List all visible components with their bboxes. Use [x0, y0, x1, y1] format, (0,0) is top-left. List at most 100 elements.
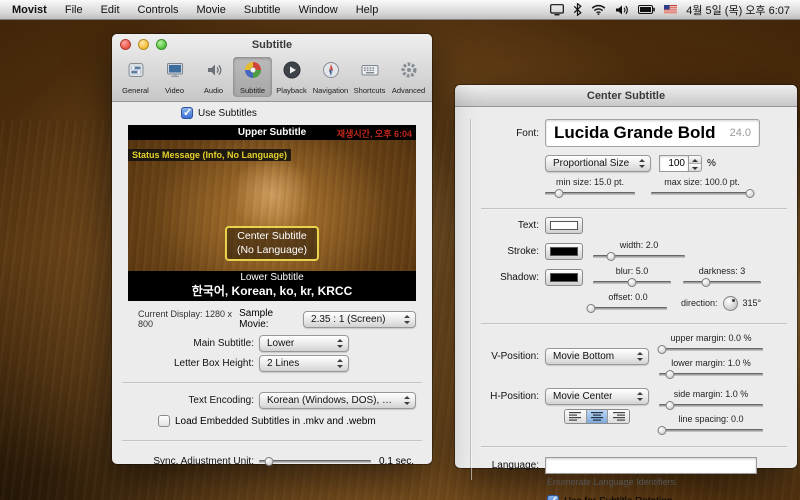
- panel-chrome: Center Subtitle: [455, 85, 797, 107]
- menu-movie[interactable]: Movie: [188, 4, 235, 16]
- display-icon[interactable]: [550, 4, 564, 16]
- sample-movie-popup[interactable]: 2.35 : 1 (Screen): [303, 311, 416, 328]
- align-left-button[interactable]: [565, 410, 587, 423]
- stroke-color-well[interactable]: [545, 243, 583, 260]
- tab-subtitle[interactable]: Subtitle: [233, 57, 272, 97]
- side-margin-caption: side margin: 1.0 %: [659, 389, 763, 399]
- v-position-popup[interactable]: Movie Bottom: [545, 348, 649, 365]
- menu-clock[interactable]: 4월 5일 (목) 오후 6:07: [686, 2, 790, 18]
- separator: [481, 208, 787, 210]
- h-position-popup[interactable]: Movie Center: [545, 388, 649, 405]
- lower-margin-slider[interactable]: [659, 369, 763, 380]
- stepper-up-button[interactable]: [689, 156, 701, 164]
- stroke-width-caption: width: 2.0: [593, 240, 685, 250]
- slider-thumb[interactable]: [702, 278, 711, 287]
- tab-playback[interactable]: Playback: [272, 57, 311, 97]
- subtitle-preview: Upper Subtitle 재생시간, 오후 6:04 Status Mess…: [128, 125, 416, 301]
- load-embedded-checkbox[interactable]: [158, 415, 170, 427]
- slider-thumb[interactable]: [745, 189, 754, 198]
- preferences-toolbar: General Video Audio Subtitle Playback: [112, 55, 432, 101]
- tab-navigation[interactable]: Navigation: [311, 57, 350, 97]
- upper-subtitle-sample[interactable]: Upper Subtitle: [238, 127, 306, 138]
- tab-shortcuts[interactable]: Shortcuts: [350, 57, 389, 97]
- language-input[interactable]: [545, 457, 757, 474]
- menu-subtitle[interactable]: Subtitle: [235, 4, 290, 16]
- shadow-offset-slider[interactable]: [589, 303, 667, 314]
- lower-subtitle-sample[interactable]: Lower Subtitle: [128, 271, 416, 284]
- side-margin-slider[interactable]: [659, 400, 763, 411]
- menu-window[interactable]: Window: [290, 4, 347, 16]
- slider-thumb[interactable]: [658, 345, 667, 354]
- stroke-width-slider[interactable]: [593, 251, 685, 262]
- align-center-button[interactable]: [587, 410, 609, 423]
- menu-status-area: 4월 5일 (목) 오후 6:07: [550, 2, 790, 18]
- menu-help[interactable]: Help: [347, 4, 388, 16]
- menu-app-movist[interactable]: Movist: [10, 4, 56, 16]
- size-mode-popup[interactable]: Proportional Size: [545, 155, 651, 172]
- use-subtitles-checkbox[interactable]: [181, 107, 193, 119]
- menu-file[interactable]: File: [56, 4, 92, 16]
- stepper-buttons: [689, 155, 702, 172]
- tab-label: General: [122, 86, 149, 95]
- font-name: Lucida Grande Bold: [554, 123, 730, 143]
- letter-box-popup[interactable]: 2 Lines: [259, 355, 349, 372]
- preview-bottom-letterbox: Lower Subtitle 한국어, Korean, ko, kr, KRCC: [128, 271, 416, 301]
- font-well[interactable]: Lucida Grande Bold 24.0: [545, 119, 760, 147]
- shadow-blur-slider[interactable]: [593, 277, 671, 288]
- title-bar[interactable]: Subtitle: [112, 34, 432, 55]
- menu-edit[interactable]: Edit: [92, 4, 129, 16]
- shadow-darkness-slider[interactable]: [683, 277, 761, 288]
- switches-icon: [126, 60, 146, 85]
- language-hint: Enumerate Language Identifiers.: [547, 477, 797, 487]
- rotation-checkbox[interactable]: [547, 495, 559, 500]
- stepper-down-button[interactable]: [689, 164, 701, 171]
- slider-thumb[interactable]: [555, 189, 564, 198]
- battery-icon[interactable]: [638, 5, 655, 14]
- close-button[interactable]: [120, 39, 131, 50]
- slider-thumb[interactable]: [607, 252, 616, 261]
- sync-unit-slider[interactable]: [259, 456, 371, 467]
- zoom-button[interactable]: [156, 39, 167, 50]
- wifi-icon[interactable]: [591, 4, 606, 15]
- min-size-slider[interactable]: [545, 188, 635, 199]
- line-spacing-caption: line spacing: 0.0: [659, 414, 763, 424]
- slider-thumb[interactable]: [628, 278, 637, 287]
- upper-margin-slider[interactable]: [659, 344, 763, 355]
- max-size-slider[interactable]: [651, 188, 753, 199]
- text-encoding-popup[interactable]: Korean (Windows, DOS), Unicode (UTF-8), …: [259, 392, 416, 409]
- rotation-label: Use for Subtitle Rotation: [564, 496, 672, 500]
- volume-icon[interactable]: [615, 4, 629, 16]
- min-size-caption: min size: 15.0 pt.: [545, 177, 635, 187]
- us-flag-icon[interactable]: [664, 5, 677, 14]
- direction-knob[interactable]: [723, 296, 738, 311]
- text-color-well[interactable]: [545, 217, 583, 234]
- panel-title-bar[interactable]: Center Subtitle: [455, 85, 797, 106]
- tab-advanced[interactable]: Advanced: [389, 57, 428, 97]
- lower-margin-caption: lower margin: 1.0 %: [659, 358, 763, 368]
- minimize-button[interactable]: [138, 39, 149, 50]
- slider-track: [589, 307, 667, 310]
- slider-thumb[interactable]: [666, 370, 675, 379]
- slider-track: [659, 429, 763, 432]
- tab-video[interactable]: Video: [155, 57, 194, 97]
- slider-thumb[interactable]: [666, 401, 675, 410]
- tab-general[interactable]: General: [116, 57, 155, 97]
- play-icon: [282, 60, 302, 85]
- bluetooth-icon[interactable]: [573, 3, 582, 16]
- shadow-color-well[interactable]: [545, 269, 583, 286]
- slider-thumb[interactable]: [587, 304, 596, 313]
- line-spacing-slider[interactable]: [659, 425, 763, 436]
- main-subtitle-popup[interactable]: Lower: [259, 335, 349, 352]
- shadow-color-label: Shadow:: [455, 272, 539, 283]
- center-subtitle-selected-box[interactable]: Center Subtitle (No Language): [225, 226, 319, 261]
- menu-bar: Movist File Edit Controls Movie Subtitle…: [0, 0, 800, 20]
- slider-thumb[interactable]: [658, 426, 667, 435]
- slider-thumb[interactable]: [265, 457, 274, 466]
- stroke-width-group: width: 2.0: [593, 240, 685, 262]
- screen: Movist File Edit Controls Movie Subtitle…: [0, 0, 800, 500]
- tab-audio[interactable]: Audio: [194, 57, 233, 97]
- menu-controls[interactable]: Controls: [129, 4, 188, 16]
- size-value-field[interactable]: 100: [659, 155, 689, 172]
- compass-icon: [321, 60, 341, 85]
- align-right-button[interactable]: [608, 410, 629, 423]
